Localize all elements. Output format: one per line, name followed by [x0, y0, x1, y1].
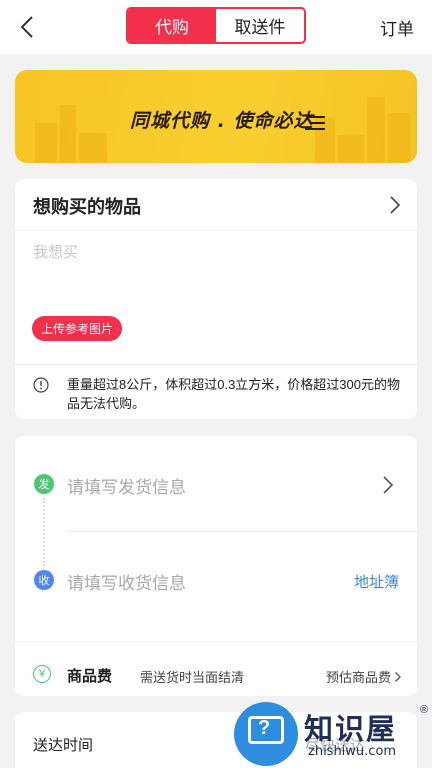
- banner-speed-line: [311, 122, 325, 124]
- divider: [15, 364, 417, 365]
- banner-building-decor: [367, 97, 385, 163]
- divider: [15, 641, 417, 642]
- top-nav-bar: 代购 取送件 订单: [0, 0, 432, 54]
- address-card: 发 请填写发货信息 收 请填写收货信息 地址簿 ¥ 商品费 需送货时当面结清 预…: [15, 436, 417, 696]
- receive-badge: 收: [34, 570, 54, 590]
- estimate-goods-fee-button[interactable]: 预估商品费: [326, 667, 402, 686]
- divider: [67, 531, 417, 532]
- sender-info-field[interactable]: 请填写发货信息: [67, 473, 186, 498]
- item-card-title: 想购买的物品: [33, 197, 141, 217]
- banner-building-decor: [35, 123, 57, 163]
- tab-pickup-delivery[interactable]: 取送件: [216, 9, 304, 42]
- banner-building-decor: [388, 113, 410, 163]
- chevron-right-icon[interactable]: [381, 474, 395, 496]
- chevron-right-icon: [395, 671, 401, 682]
- banner-speed-line: [307, 116, 325, 118]
- banner-speed-line: [305, 128, 325, 130]
- banner-building-decor: [60, 105, 76, 163]
- banner-building-decor: [315, 118, 335, 163]
- watermark-url: zhishiwu.com: [308, 744, 397, 759]
- send-badge: 发: [34, 474, 54, 494]
- promo-banner[interactable]: 同城代购 . 使命必达: [15, 70, 417, 163]
- purchase-limit-notice: 重量超过8公斤，体积超过0.3立方米，价格超过300元的物品无法代购。: [67, 377, 400, 411]
- watermark-title: 知识屋: [304, 714, 398, 746]
- goods-fee-label: 商品费: [67, 668, 113, 685]
- delivery-time-label: 送达时间: [33, 737, 94, 754]
- orders-link[interactable]: 订单: [380, 15, 414, 40]
- route-connector-line: [43, 498, 45, 566]
- upload-reference-image-button[interactable]: 上传参考图片: [32, 316, 123, 341]
- banner-slogan: 同城代购 . 使命必达: [130, 110, 314, 132]
- chevron-right-icon[interactable]: [388, 194, 402, 216]
- purchase-item-card: 想购买的物品 上传参考图片 重量超过8公斤，体积超过0.3立方米，价格超过300…: [15, 179, 417, 419]
- goods-fee-note: 需送货时当面结清: [140, 670, 245, 685]
- watermark-registered: ®: [420, 704, 429, 716]
- watermark-question-mark: ?: [258, 717, 271, 739]
- yen-icon: ¥: [33, 665, 51, 683]
- receiver-info-field[interactable]: 请填写收货信息: [67, 569, 186, 594]
- banner-building-decor: [79, 133, 107, 163]
- chevron-left-icon[interactable]: [14, 13, 42, 41]
- tab-daigou[interactable]: 代购: [128, 9, 216, 42]
- estimate-goods-fee-label: 预估商品费: [325, 670, 391, 685]
- banner-building-decor: [338, 135, 364, 163]
- info-circle-icon: [33, 377, 49, 393]
- service-tab-switcher: 代购 取送件: [126, 7, 306, 44]
- divider: [15, 230, 417, 231]
- watermark-logo: ? 知识屋 ® zhishiwu.com: [234, 700, 432, 768]
- item-description-input[interactable]: [33, 241, 393, 263]
- address-book-link[interactable]: 地址簿: [354, 571, 399, 592]
